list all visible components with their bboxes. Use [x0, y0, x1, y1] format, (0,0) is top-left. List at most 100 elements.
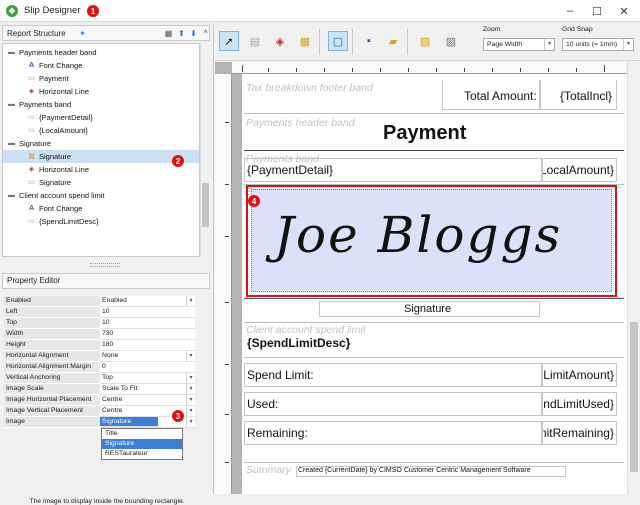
property-value[interactable]: None ▾	[100, 351, 195, 362]
footer-text[interactable]: Created {CurrentDate} by CIMSO Customer …	[298, 467, 531, 474]
dropdown-option[interactable]: Title	[102, 429, 182, 439]
page-icon[interactable]: ▤	[245, 31, 265, 51]
spend-limit-label[interactable]: Spend Limit:	[247, 368, 314, 382]
font-icon: A	[28, 205, 35, 212]
property-value[interactable]: Scale To Fit ▾	[100, 384, 195, 395]
spend-limit-remaining-field[interactable]: {SpendLimitRemaining}	[543, 426, 614, 440]
tree-options-icon[interactable]: ▦	[163, 28, 174, 39]
wand-icon[interactable]: ✦	[77, 28, 88, 39]
chevron-down-icon[interactable]: ▾	[544, 39, 554, 50]
property-row[interactable]: Top 10	[4, 318, 195, 329]
property-row[interactable]: Vertical Anchoring Top ▾	[4, 373, 195, 384]
move-up-icon[interactable]: ⬆	[176, 28, 187, 39]
tree-scrollbar-thumb[interactable]	[202, 183, 209, 227]
property-value[interactable]: 180	[100, 340, 195, 351]
horizontal-line[interactable]	[244, 150, 624, 151]
property-row[interactable]: Height 180	[4, 340, 195, 351]
property-value[interactable]: 10	[100, 318, 195, 329]
minimize-button[interactable]: –	[558, 3, 582, 19]
move-down-icon[interactable]: ⬇	[188, 28, 199, 39]
tree-item[interactable]: ▭ {PaymentDetail}	[27, 111, 93, 124]
total-amount-label[interactable]: Total Amount:	[464, 89, 537, 103]
save-icon[interactable]: ▪	[359, 31, 379, 51]
local-amount-field[interactable]: {LocalAmount}	[543, 163, 614, 177]
property-row[interactable]: Horizontal Alignment Margin 0	[4, 362, 195, 373]
zoom-select[interactable]: Page Width ▾	[483, 38, 555, 51]
image-select[interactable]: Signature	[100, 417, 158, 427]
total-incl-field[interactable]: {TotalIncl}	[560, 89, 612, 103]
tree-item[interactable]: ▬ Signature	[7, 137, 51, 150]
tree-item[interactable]: ▭ Payment	[27, 72, 68, 85]
tree-item[interactable]: ◈ Horizontal Line	[27, 163, 89, 176]
field-box[interactable]: {SpendLimitAmount}	[542, 363, 617, 387]
property-row[interactable]: Horizontal Alignment None ▾	[4, 351, 195, 362]
open-folder-icon[interactable]: ▰	[383, 31, 403, 51]
pointer-tool-button[interactable]: ➚	[219, 31, 239, 51]
tree-item[interactable]: ▭ {LocalAmount}	[27, 124, 88, 137]
property-value[interactable]: 10	[100, 307, 195, 318]
property-row[interactable]: Image Vertical Placement Centre ▾	[4, 406, 195, 417]
preview-icon[interactable]: ▨	[441, 31, 461, 51]
band-label: Client account spend limit	[246, 324, 366, 336]
spend-limit-amount-field[interactable]: {SpendLimitAmount}	[543, 368, 614, 382]
splitter-grip[interactable]	[90, 263, 120, 267]
tree-item[interactable]: ▭ Signature	[27, 176, 71, 189]
chevron-down-icon[interactable]: ▾	[186, 373, 195, 383]
tree-item[interactable]: A Font Change	[27, 59, 82, 72]
payment-detail-field[interactable]: {PaymentDetail}	[247, 163, 333, 177]
chevron-down-icon[interactable]: ▾	[186, 296, 195, 306]
field-box[interactable]: {SpendLimitRemaining}	[542, 421, 617, 445]
tree-item-selected[interactable]: ▦ Signature	[3, 150, 199, 163]
field-box[interactable]	[244, 392, 542, 416]
chevron-down-icon[interactable]: ▾	[186, 406, 195, 416]
property-value[interactable]: Centre ▾	[100, 395, 195, 406]
chevron-down-icon[interactable]: ▾	[623, 39, 633, 50]
signature-label[interactable]: Signature	[404, 303, 451, 315]
property-value[interactable]: Enabled ▾	[100, 296, 195, 307]
spend-limit-used-field[interactable]: {SpendLimitUsed}	[543, 397, 614, 411]
canvas-scrollbar-thumb[interactable]	[630, 322, 638, 472]
tree-item[interactable]: ▬ Payments header band	[7, 46, 97, 59]
tree-item[interactable]: A Font Change	[27, 202, 82, 215]
property-value[interactable]: 0	[100, 362, 195, 373]
image-icon: ▦	[28, 153, 35, 160]
property-row[interactable]: Enabled Enabled ▾	[4, 296, 195, 307]
chevron-down-icon[interactable]: ▾	[186, 417, 195, 427]
grid-snap-select[interactable]: 10 units (= 1mm) ▾	[562, 38, 634, 51]
property-value[interactable]: 730	[100, 329, 195, 340]
chevron-down-icon[interactable]: ▾	[186, 384, 195, 394]
property-row[interactable]: Width 730	[4, 329, 195, 340]
property-value[interactable]: Top ▾	[100, 373, 195, 384]
spend-limit-desc-field[interactable]: {SpendLimitDesc}	[247, 336, 350, 350]
maximize-button[interactable]: ☐	[585, 3, 609, 19]
field-box[interactable]: {SpendLimitUsed}	[542, 392, 617, 416]
export-icon[interactable]: ▧	[415, 31, 435, 51]
property-row[interactable]: Image Scale Scale To Fit ▾	[4, 384, 195, 395]
tree-item[interactable]: ◈ Horizontal Line	[27, 85, 89, 98]
signature-image[interactable]: Joe Bloggs	[251, 189, 612, 292]
image-tool-icon[interactable]: ▦	[295, 31, 315, 51]
field-box[interactable]: {LocalAmount}	[542, 158, 617, 182]
chevron-down-icon[interactable]: ▾	[186, 351, 195, 361]
tree-item[interactable]: ▬ Client account spend limit	[7, 189, 104, 202]
select-frame-icon[interactable]: ▢	[328, 31, 348, 51]
used-label[interactable]: Used:	[247, 397, 278, 411]
property-row[interactable]: Left 10	[4, 307, 195, 318]
canvas-scrollbar[interactable]	[627, 62, 640, 494]
property-row[interactable]: Image Horizontal Placement Centre ▾	[4, 395, 195, 406]
close-button[interactable]: ✕	[612, 3, 636, 19]
report-page[interactable]: Tax breakdown footer band Total Amount: …	[242, 74, 627, 494]
property-row[interactable]: Image Signature ▾	[4, 417, 195, 428]
tree-scrollbar[interactable]	[200, 43, 210, 257]
dropdown-option-selected[interactable]: Signature	[102, 439, 182, 449]
collapse-icon[interactable]: ^	[200, 28, 211, 39]
tree-item[interactable]: ▭ {SpendLimitDesc}	[27, 215, 98, 228]
shapes-icon[interactable]: ◈	[270, 31, 290, 51]
chevron-down-icon[interactable]: ▾	[186, 395, 195, 405]
dropdown-option[interactable]: RESTaurateur	[102, 449, 182, 459]
payment-title[interactable]: Payment	[383, 122, 466, 145]
tree-item[interactable]: ▬ Payments band	[7, 98, 71, 111]
design-canvas[interactable]: Tax breakdown footer band Total Amount: …	[215, 62, 627, 494]
horizontal-line[interactable]	[244, 298, 624, 299]
remaining-label[interactable]: Remaining:	[247, 426, 308, 440]
